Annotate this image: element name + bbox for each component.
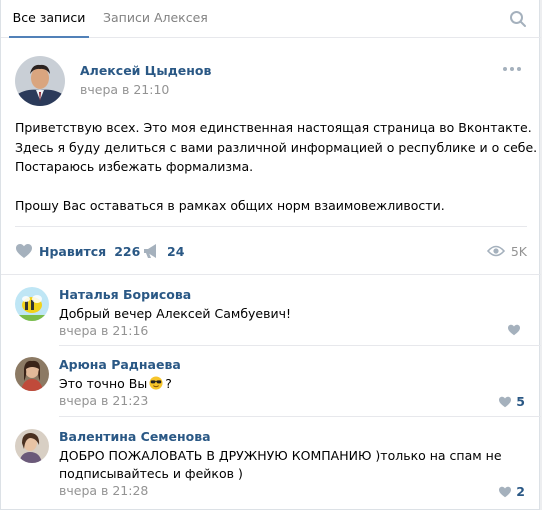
comment-text-line: подписывайтесь и фейков ) — [59, 466, 243, 481]
post-text-line: Здесь я буду делиться с вами различной и… — [15, 139, 538, 155]
comment-like-button[interactable]: 5 — [498, 394, 525, 409]
comment-like-button[interactable] — [507, 324, 525, 336]
heart-icon — [16, 244, 32, 258]
comment-text-part: ? — [165, 376, 172, 391]
like-button[interactable]: Нравится 226 — [15, 241, 140, 261]
comment-like-count: 2 — [516, 484, 525, 499]
comment-divider — [59, 416, 541, 417]
comment-like-count: 5 — [516, 394, 525, 409]
commenter-name[interactable]: Арюна Раднаева — [59, 357, 181, 372]
post-text-line: Постараюсь избежать формализма. — [15, 159, 254, 174]
comment-item: Валентина Семенова ДОБРО ПОЖАЛОВАТЬ В ДР… — [15, 429, 527, 509]
comments-section: Наталья Борисова Добрый вечер Алексей Са… — [1, 274, 541, 499]
like-label: Нравится — [39, 243, 107, 259]
post-actions: Нравится 226 24 5K — [15, 226, 527, 274]
share-count: 24 — [167, 243, 185, 259]
comment-divider — [59, 345, 541, 346]
search-icon[interactable] — [509, 10, 527, 28]
wall-tabs: Все записи Записи Алексея — [1, 0, 541, 38]
comment-timestamp[interactable]: вчера в 21:16 — [59, 323, 148, 338]
wall-card: Все записи Записи Алексея Алексей Цыдено… — [0, 0, 541, 510]
author-avatar[interactable] — [15, 56, 65, 106]
comment-item: Арюна Раднаева Это точно Вы ? вчера в 21… — [15, 357, 527, 419]
views-count: 5K — [510, 243, 527, 259]
post-text: Приветствую всех. Это моя единственная н… — [15, 118, 538, 216]
commenter-avatar[interactable] — [15, 429, 49, 463]
comment-text-line: ДОБРО ПОЖАЛОВАТЬ В ДРУЖНУЮ КОМПАНИЮ )тол… — [59, 448, 502, 463]
post-timestamp[interactable]: вчера в 21:10 — [80, 82, 169, 97]
tab-user-posts[interactable]: Записи Алексея — [103, 0, 208, 38]
commenter-name[interactable]: Валентина Семенова — [59, 429, 211, 444]
commenter-avatar[interactable] — [15, 357, 49, 391]
post-text-line: Приветствую всех. Это моя единственная н… — [15, 120, 532, 135]
comment-timestamp[interactable]: вчера в 21:23 — [59, 393, 148, 408]
heart-icon — [499, 396, 512, 407]
comment-timestamp[interactable]: вчера в 21:28 — [59, 483, 148, 498]
heart-icon — [499, 486, 512, 497]
comment-item: Наталья Борисова Добрый вечер Алексей Са… — [15, 287, 527, 349]
commenter-name[interactable]: Наталья Борисова — [59, 287, 191, 302]
comment-text: Добрый вечер Алексей Самбуевич! — [59, 306, 292, 321]
comment-like-button[interactable]: 2 — [498, 484, 525, 499]
comment-text: Это точно Вы ? — [59, 375, 499, 393]
post-author-name[interactable]: Алексей Цыденов — [80, 63, 211, 78]
eye-icon — [486, 245, 505, 257]
views-counter: 5K — [486, 241, 527, 261]
sunglasses-emoji-icon — [149, 376, 163, 390]
commenter-avatar[interactable] — [15, 287, 49, 321]
post-text-line: Прошу Вас оставаться в рамках общих норм… — [15, 198, 445, 213]
comment-text-part: Это точно Вы — [59, 376, 148, 391]
like-count: 226 — [114, 243, 141, 259]
heart-icon — [508, 324, 520, 336]
tab-all-posts[interactable]: Все записи — [9, 0, 89, 38]
comment-text: ДОБРО ПОЖАЛОВАТЬ В ДРУЖНУЮ КОМПАНИЮ )тол… — [59, 447, 502, 483]
share-button[interactable]: 24 — [143, 241, 184, 261]
megaphone-icon — [144, 244, 156, 258]
more-options-icon[interactable] — [503, 64, 523, 74]
